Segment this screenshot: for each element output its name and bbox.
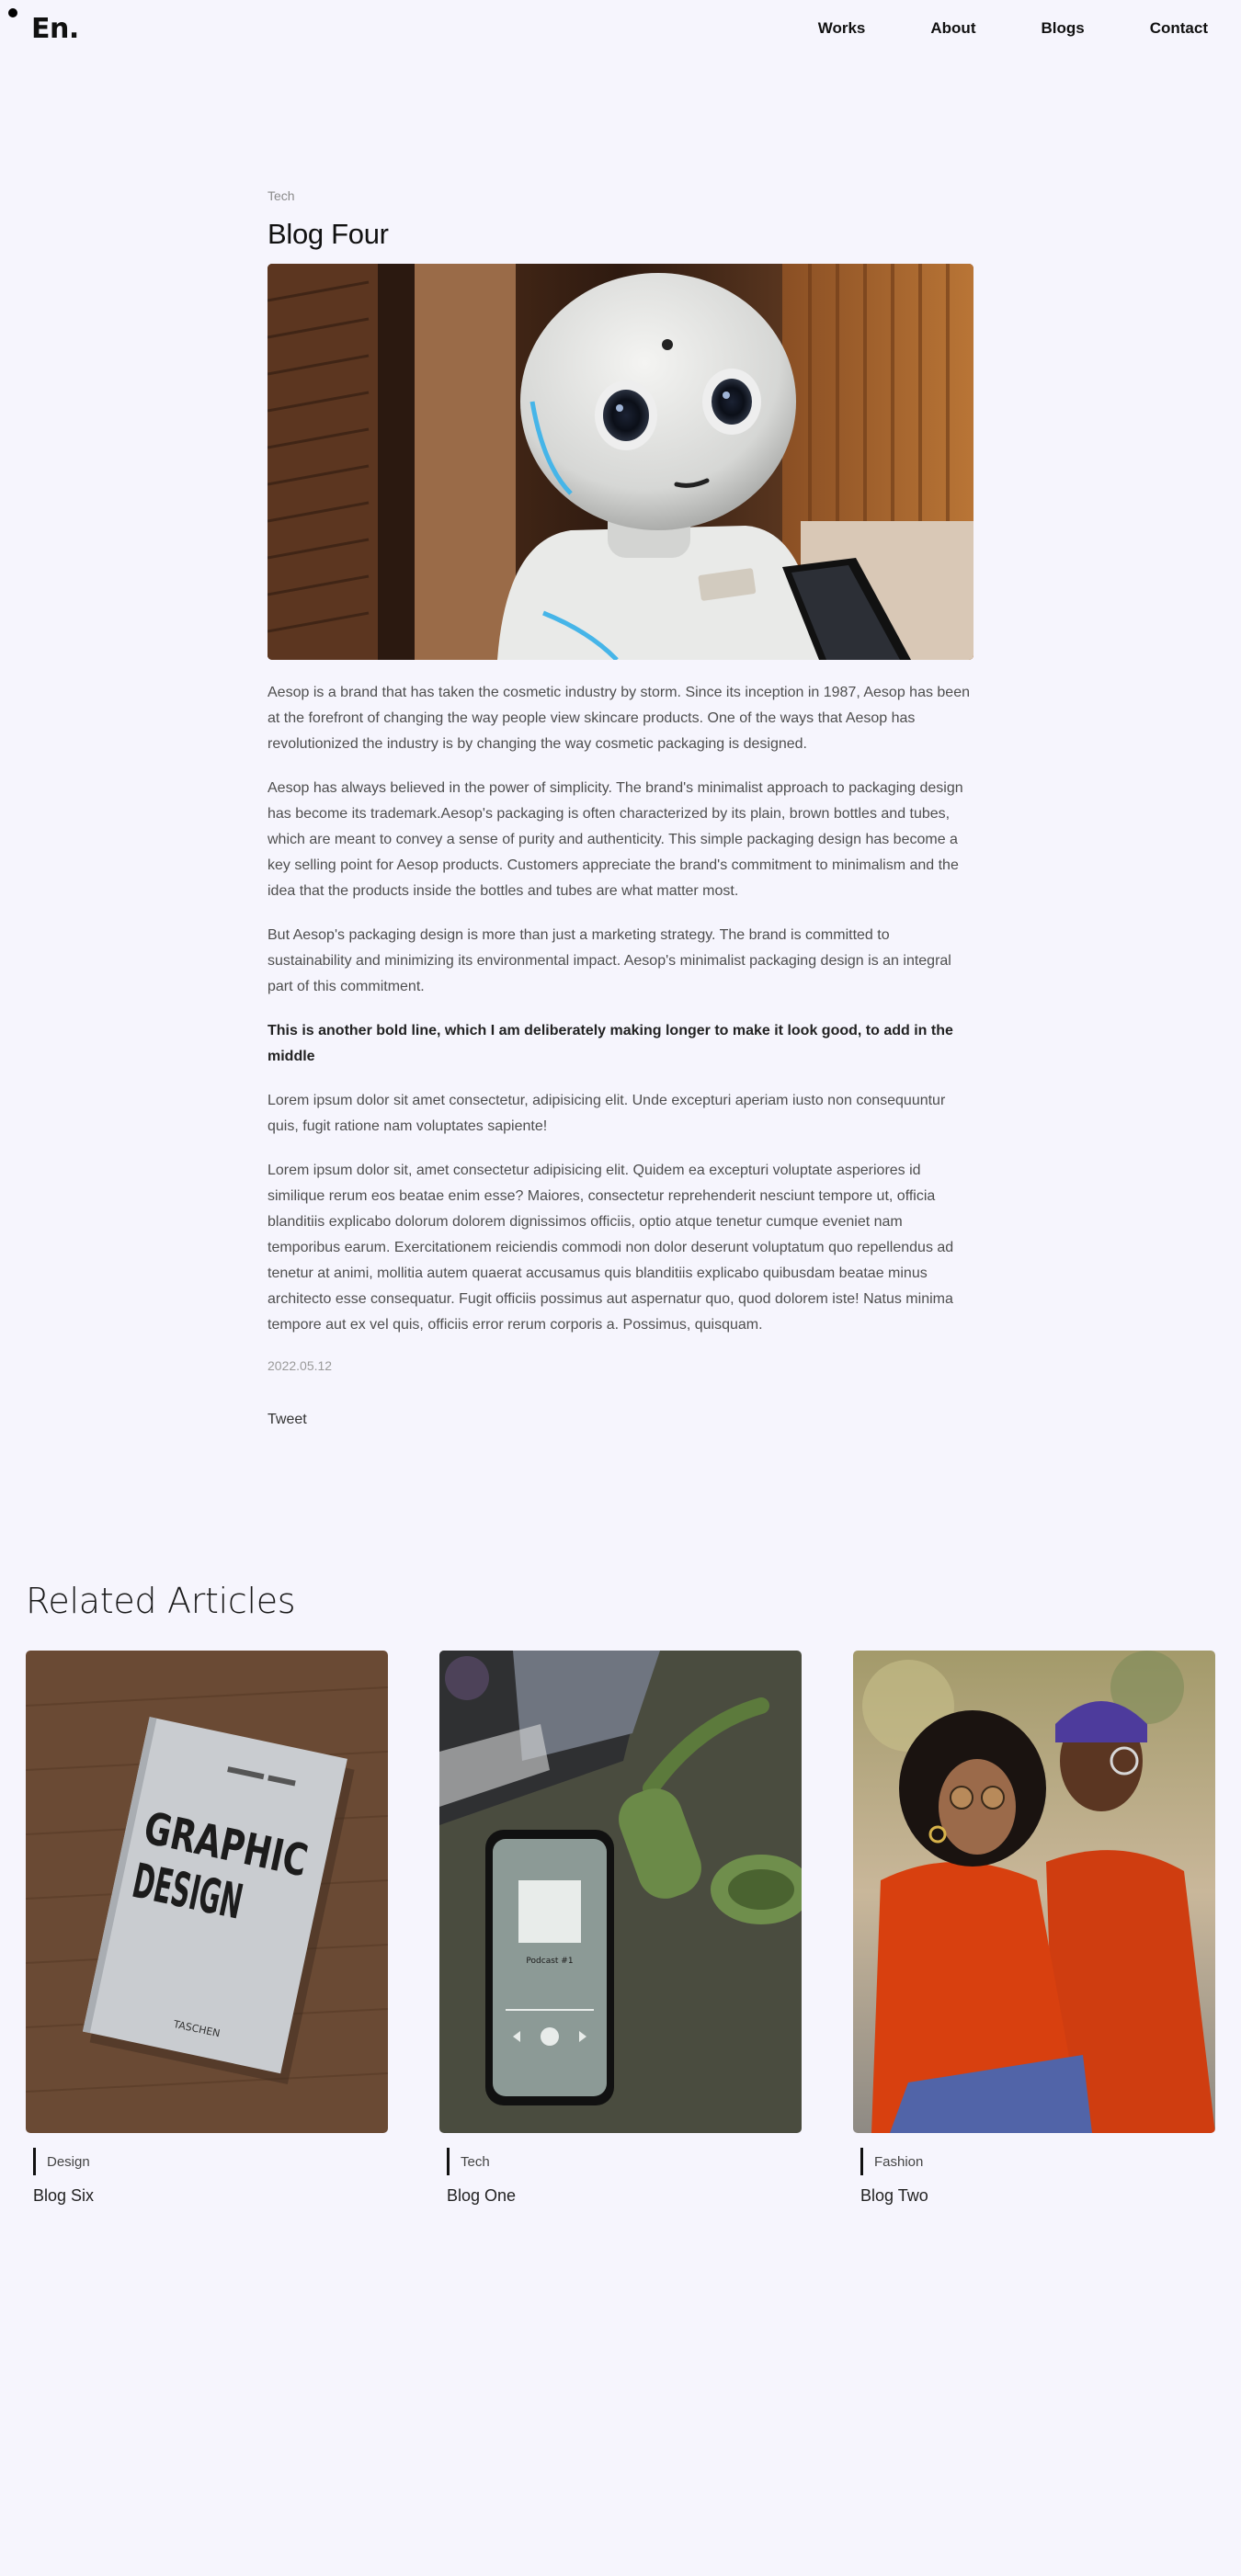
phone-illustration: Podcast #1	[439, 1651, 802, 2133]
post-body: Aesop is a brand that has taken the cosm…	[268, 680, 973, 1338]
nav-link-blogs[interactable]: Blogs	[1041, 19, 1084, 38]
card-image-phone[interactable]: Podcast #1	[439, 1651, 802, 2133]
card-image-book[interactable]: GRAPHIC DESIGN TASCHEN	[26, 1651, 388, 2133]
card-image-fashion[interactable]	[853, 1651, 1215, 2133]
card-title[interactable]: Blog Two	[860, 2186, 1215, 2206]
robot-illustration	[268, 264, 973, 660]
post-paragraph: Lorem ipsum dolor sit, amet consectetur …	[268, 1163, 954, 1333]
nav-links: Works About Blogs Contact	[818, 19, 1208, 38]
post-paragraph: Lorem ipsum dolor sit amet consectetur, …	[268, 1093, 946, 1134]
card-category: Design	[33, 2148, 388, 2175]
top-nav: En. Works About Blogs Contact	[0, 0, 1241, 59]
card-title[interactable]: Blog One	[447, 2186, 802, 2206]
related-articles: GRAPHIC DESIGN TASCHEN Design Blog Six P…	[26, 1651, 1215, 2205]
book-illustration: GRAPHIC DESIGN TASCHEN	[26, 1651, 388, 2133]
phone-podcast-title: Podcast #1	[526, 1957, 573, 1966]
related-card-blog-two[interactable]: Fashion Blog Two	[853, 1651, 1215, 2206]
post-date: 2022.05.12	[268, 1358, 333, 1373]
nav-link-contact[interactable]: Contact	[1150, 19, 1208, 38]
blog-post: Tech Blog Four Aesop is a brand that has…	[268, 188, 973, 1428]
card-category: Fashion	[860, 2148, 1215, 2175]
post-paragraph: Aesop is a brand that has taken the cosm…	[268, 685, 970, 752]
site-logo[interactable]: En.	[31, 13, 79, 45]
post-bold-line: This is another bold line, which I am de…	[268, 1023, 953, 1064]
related-card-blog-six[interactable]: GRAPHIC DESIGN TASCHEN Design Blog Six	[26, 1651, 388, 2206]
fashion-illustration	[853, 1651, 1215, 2133]
related-articles-heading: Related Articles	[26, 1581, 296, 1621]
post-category: Tech	[268, 188, 295, 203]
post-paragraph: Aesop has always believed in the power o…	[268, 780, 963, 899]
nav-link-works[interactable]: Works	[818, 19, 866, 38]
post-title: Blog Four	[268, 218, 389, 250]
nav-link-about[interactable]: About	[930, 19, 975, 38]
related-card-blog-one[interactable]: Podcast #1 Tech Blog One	[439, 1651, 802, 2206]
post-paragraph: But Aesop's packaging design is more tha…	[268, 927, 951, 994]
card-category: Tech	[447, 2148, 802, 2175]
hero-image-robot	[268, 264, 973, 660]
card-title[interactable]: Blog Six	[33, 2186, 388, 2206]
tweet-link[interactable]: Tweet	[268, 1412, 307, 1428]
